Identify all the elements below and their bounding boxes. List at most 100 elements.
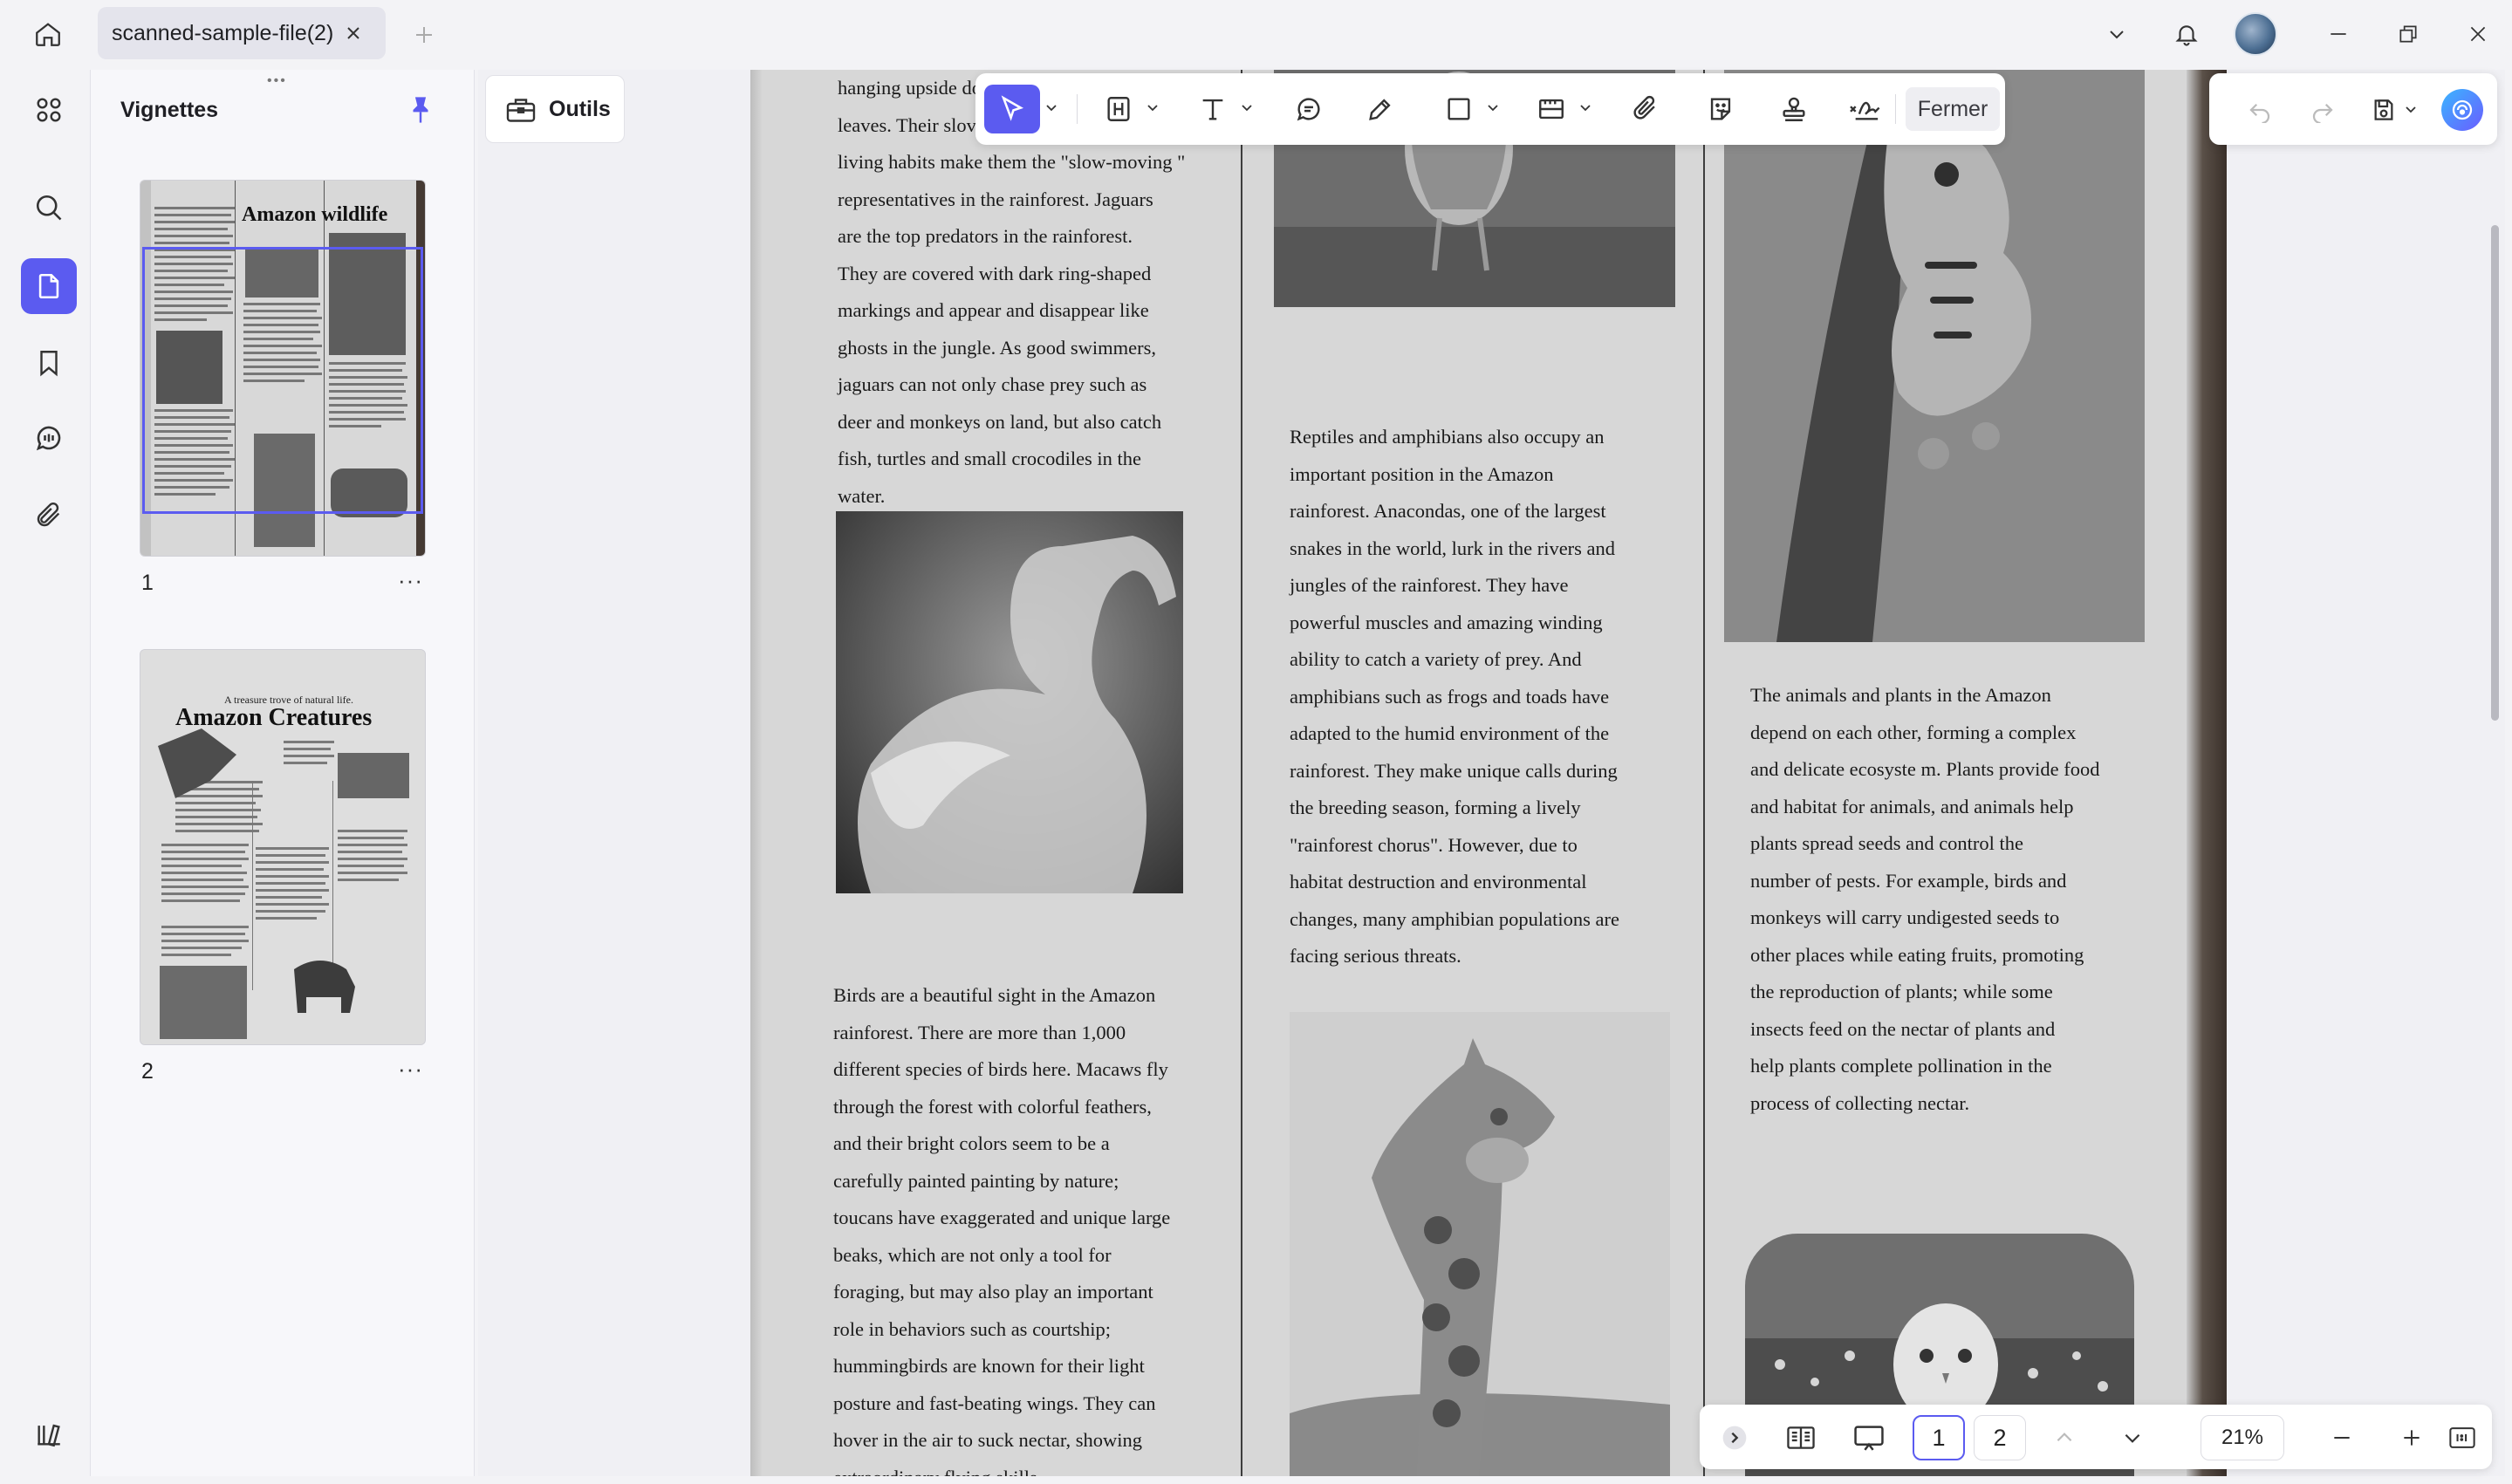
search-icon[interactable] (21, 180, 77, 236)
measure-tool-button[interactable] (1527, 85, 1576, 133)
text-line: jaguars can not only chase prey such as (838, 373, 1147, 395)
comments-icon[interactable] (21, 410, 77, 466)
text-line: The animals and plants in the Amazon (1750, 684, 2051, 706)
text-line: adapted to the humid environment of the (1290, 722, 1610, 744)
document-tab[interactable]: scanned-sample-file(2) (98, 7, 386, 59)
save-icon[interactable] (2366, 92, 2401, 127)
text-line: the reproduction of plants; while some (1750, 981, 2053, 1002)
text-line: facing serious threats. (1290, 945, 1461, 967)
document-page[interactable]: hanging upside do leaves. Their slov liv… (750, 70, 2227, 1476)
page-button-1[interactable]: 1 (1913, 1415, 1965, 1460)
text-line: rainforest. Anacondas, one of the larges… (1290, 500, 1606, 522)
attachment-icon[interactable] (21, 487, 77, 543)
ai-assistant-icon[interactable] (2441, 89, 2483, 131)
chevron-up-icon[interactable] (2045, 1419, 2084, 1457)
text-line: They are covered with dark ring-shaped (838, 262, 1152, 284)
undo-icon[interactable] (2242, 92, 2277, 127)
comment-tool-button[interactable] (1284, 85, 1333, 133)
tools-button[interactable]: Outils (485, 75, 625, 143)
attachment-tool-button[interactable] (1621, 85, 1670, 133)
text-line: amphibians such as frogs and toads have (1290, 685, 1610, 708)
column-3-text: The animals and plants in the Amazon dep… (1750, 677, 2100, 1122)
text-line: different species of birds here. Macaws … (833, 1058, 1168, 1080)
text-line: and delicate ecosyste m. Plants provide … (1750, 758, 2100, 780)
text-line: role in behaviors such as courtship; (833, 1317, 1112, 1340)
close-window-icon[interactable] (2459, 16, 2497, 52)
thumbnail-page-1[interactable]: Amazon wildlife (140, 180, 426, 557)
text-line: process of collecting nectar. (1750, 1091, 1970, 1114)
text-line: and habitat for animals, and animals hel… (1750, 795, 2074, 817)
minimize-icon[interactable] (2319, 16, 2358, 52)
resize-grip[interactable]: ••• (267, 73, 287, 89)
text-line: number of pests. For example, birds and (1750, 869, 2067, 892)
collapse-icon[interactable] (1715, 1419, 1754, 1457)
scrollbar-thumb[interactable] (2491, 225, 2499, 721)
text-line: Reptiles and amphibians also occupy an (1290, 426, 1605, 448)
close-icon[interactable] (340, 20, 366, 46)
thumbnail-heading: Amazon wildlife (242, 203, 388, 226)
thumbnail-more-button[interactable]: ··· (398, 567, 423, 594)
chevron-down-icon[interactable] (1044, 99, 1059, 115)
stamp-tool-button[interactable] (1769, 85, 1818, 133)
text-line: habitat destruction and environmental (1290, 871, 1587, 892)
text-line: fish, turtles and small crocodiles in th… (838, 448, 1142, 469)
text-line: through the forest with colorful feather… (833, 1095, 1152, 1118)
library-icon[interactable] (21, 1406, 77, 1462)
text-line: depend on each other, forming a complex (1750, 721, 2077, 743)
text-line: posture and fast-beating wings. They can (833, 1392, 1156, 1414)
zoom-out-icon[interactable] (2323, 1419, 2361, 1457)
text-line: monkeys will carry undigested seeds to (1750, 906, 2060, 928)
presentation-icon[interactable] (1850, 1419, 1888, 1457)
thumbnail-page-number: 1 (141, 571, 154, 595)
actual-size-icon[interactable] (2443, 1419, 2481, 1457)
highlight-tool-button[interactable] (1094, 85, 1143, 133)
thumbnail-viewport-indicator (142, 247, 423, 514)
zoom-level[interactable]: 21% (2201, 1415, 2284, 1460)
chevron-down-icon[interactable] (2098, 16, 2136, 52)
apps-grid-icon[interactable] (21, 82, 77, 138)
select-tool-button[interactable] (984, 85, 1040, 133)
chevron-down-icon[interactable] (1239, 99, 1255, 115)
page-button-2[interactable]: 2 (1974, 1415, 2026, 1460)
text-line: foraging, but may also play an important (833, 1281, 1153, 1303)
restore-icon[interactable] (2389, 16, 2427, 52)
text-line: jungles of the rainforest. They have (1290, 574, 1569, 596)
signature-tool-button[interactable] (1839, 85, 1892, 133)
chevron-down-icon[interactable] (1578, 99, 1593, 115)
thumbnail-more-button[interactable]: ··· (398, 1056, 423, 1083)
text-line: insects feed on the nectar of plants and (1750, 1017, 2056, 1040)
page-edge (2187, 70, 2227, 1476)
text-line: changes, many amphibian populations are (1290, 907, 1620, 930)
redo-icon[interactable] (2305, 92, 2340, 127)
thumbnails-icon[interactable] (21, 258, 77, 314)
bookmark-icon[interactable] (21, 335, 77, 391)
pencil-tool-button[interactable] (1356, 85, 1405, 133)
page-navigation-bar: 1 2 21% (1700, 1405, 2492, 1469)
pin-icon[interactable] (401, 91, 440, 129)
text-line: other places while eating fruits, promot… (1750, 943, 2084, 966)
sticker-tool-button[interactable] (1696, 85, 1745, 133)
page-edge (750, 70, 763, 1476)
history-toolbar (2209, 73, 2497, 145)
tree-frog-photo (1724, 70, 2145, 642)
thumbnail-page-2[interactable]: A treasure trove of natural life. Amazon… (140, 649, 426, 1045)
chevron-down-icon[interactable] (2403, 101, 2419, 117)
chevron-down-icon[interactable] (1485, 99, 1501, 115)
home-icon[interactable] (28, 16, 68, 52)
shape-tool-button[interactable] (1434, 85, 1483, 133)
text-line: representatives in the rainforest. Jagua… (838, 188, 1153, 210)
column-divider (1241, 70, 1242, 1476)
text-line: deer and monkeys on land, but also catch (838, 410, 1162, 433)
chevron-down-icon[interactable] (2113, 1419, 2152, 1457)
page-layout-icon[interactable] (1782, 1419, 1820, 1457)
text-tool-button[interactable] (1188, 85, 1237, 133)
zoom-in-icon[interactable] (2392, 1419, 2431, 1457)
text-line: extraordinary flying skills. (833, 1460, 1170, 1477)
chevron-down-icon[interactable] (1145, 99, 1160, 115)
avatar[interactable] (2234, 12, 2277, 56)
close-toolbar-button[interactable]: Fermer (1906, 87, 2000, 131)
thumbnails-panel: ••• Vignettes Amazon wildlife 1 ··· A tr… (91, 70, 475, 1476)
text-line: powerful muscles and amazing winding (1290, 611, 1603, 633)
add-tab-icon[interactable] (408, 19, 440, 51)
bell-icon[interactable] (2167, 16, 2206, 52)
